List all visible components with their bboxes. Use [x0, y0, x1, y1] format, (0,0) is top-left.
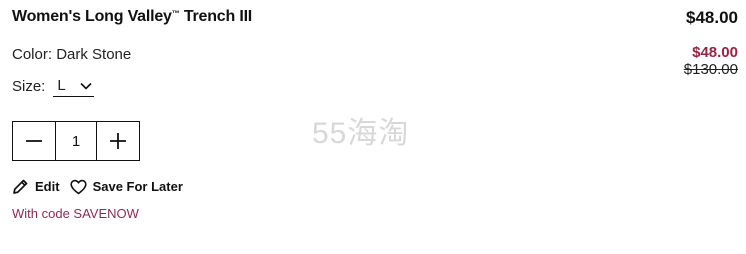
line-total-price: $48.00	[686, 8, 738, 27]
decrement-button[interactable]	[13, 122, 55, 160]
save-for-later-label: Save For Later	[92, 179, 183, 194]
quantity-value[interactable]: 1	[55, 122, 97, 160]
plus-icon	[110, 133, 126, 149]
size-label: Size:	[12, 78, 46, 95]
watermark-logo: 55海淘	[312, 117, 410, 150]
promo-code-text: With code SAVENOW	[12, 206, 139, 221]
unit-price: $48.00 $130.00	[684, 44, 738, 78]
original-price: $130.00	[683, 61, 738, 78]
size-attribute: Size: L	[12, 76, 94, 97]
color-attribute: Color: Dark Stone	[12, 46, 131, 63]
size-select[interactable]: L	[53, 76, 94, 97]
chevron-down-icon	[80, 82, 92, 90]
heart-icon	[69, 179, 87, 194]
product-name: Women's Long Valley	[12, 8, 172, 25]
product-name-suffix: Trench III	[183, 8, 253, 25]
edit-button[interactable]: Edit	[12, 178, 60, 195]
trademark-symbol: ™	[171, 9, 180, 18]
sale-price: $48.00	[692, 44, 738, 61]
cart-line-item: Women's Long Valley™ Trench III $48.00 C…	[0, 0, 746, 254]
item-actions: Edit Save For Later	[12, 178, 193, 195]
color-label: Color:	[12, 46, 53, 63]
edit-label: Edit	[35, 179, 60, 194]
color-value: Dark Stone	[56, 46, 132, 63]
quantity-stepper: 1	[12, 121, 140, 161]
size-select-value: L	[57, 77, 66, 94]
minus-icon	[26, 140, 42, 142]
product-title[interactable]: Women's Long Valley™ Trench III	[12, 8, 252, 26]
save-for-later-button[interactable]: Save For Later	[69, 179, 183, 195]
pencil-icon	[13, 179, 28, 194]
increment-button[interactable]	[97, 122, 139, 160]
